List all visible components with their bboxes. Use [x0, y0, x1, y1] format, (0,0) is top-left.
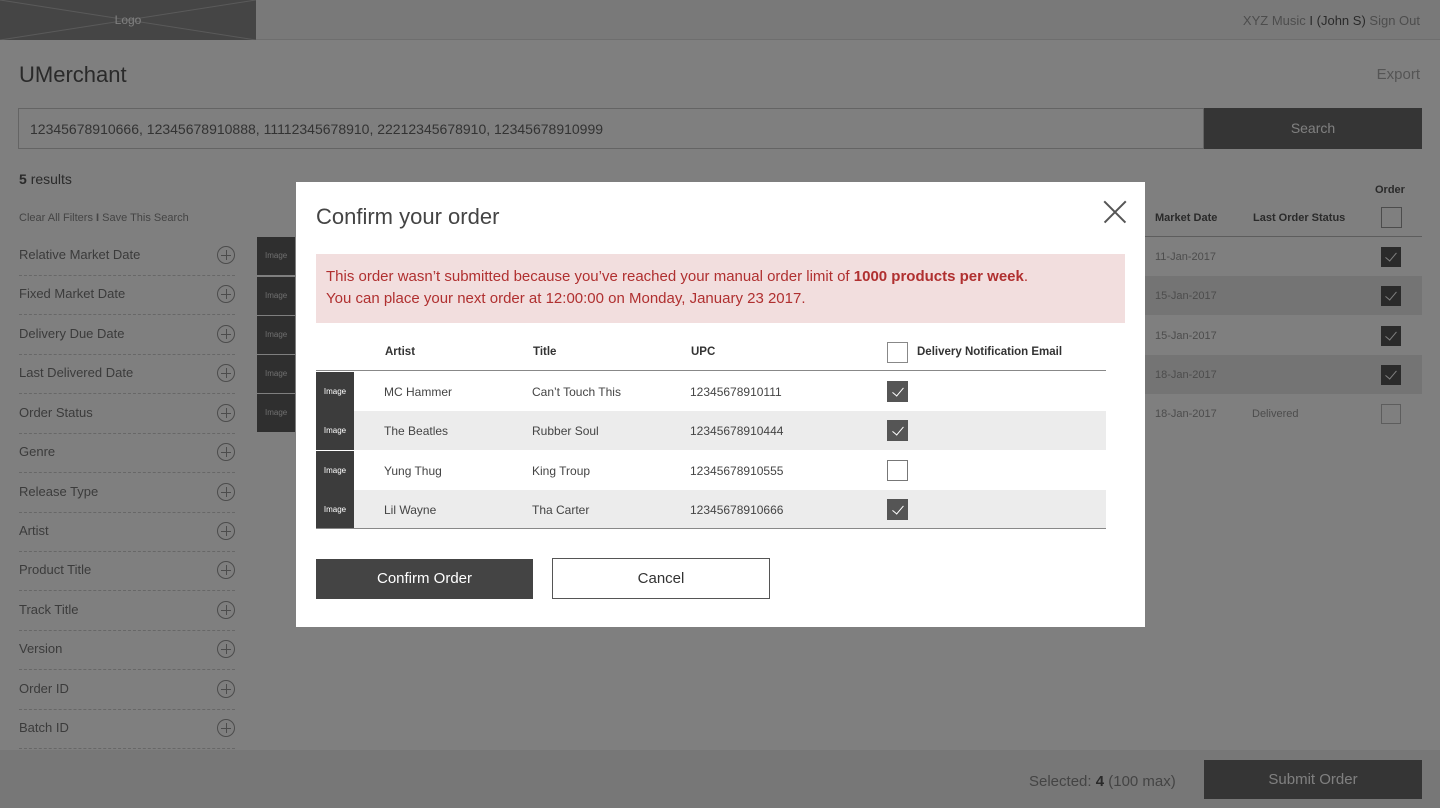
table-bottom-divider: [316, 528, 1106, 529]
order-limit-alert: This order wasn’t submitted because you’…: [316, 254, 1125, 323]
upc-cell: 12345678910111: [690, 385, 782, 399]
table-row: Image Lil Wayne Tha Carter 1234567891066…: [316, 490, 1106, 529]
email-checkbox[interactable]: [887, 460, 908, 481]
email-checkbox[interactable]: [887, 381, 908, 402]
upc-cell: 12345678910666: [690, 503, 784, 517]
column-header-upc: UPC: [691, 346, 716, 358]
alert-period: .: [1023, 268, 1029, 285]
table-row: Image The Beatles Rubber Soul 1234567891…: [316, 411, 1106, 450]
email-checkbox[interactable]: [887, 499, 908, 520]
upc-cell: 12345678910444: [690, 424, 784, 438]
product-image: Image: [316, 451, 354, 490]
table-header-divider: [316, 370, 1106, 371]
confirm-order-dialog: Confirm your order This order wasn’t sub…: [296, 182, 1145, 627]
confirm-order-button[interactable]: Confirm Order: [316, 559, 533, 599]
email-checkbox[interactable]: [887, 420, 908, 441]
cancel-button[interactable]: Cancel: [552, 558, 770, 599]
column-header-title: Title: [533, 346, 557, 358]
alert-limit: 1000 products per week: [853, 268, 1024, 285]
select-all-email-checkbox[interactable]: [887, 342, 908, 363]
artist-cell: Lil Wayne: [384, 503, 437, 517]
dialog-title: Confirm your order: [316, 204, 500, 229]
product-image: Image: [316, 372, 354, 411]
alert-line-1: This order wasn’t submitted because you’…: [326, 266, 1115, 288]
artist-cell: Yung Thug: [384, 464, 442, 478]
upc-cell: 12345678910555: [690, 464, 784, 478]
product-image: Image: [316, 411, 354, 450]
close-icon[interactable]: [1103, 200, 1127, 224]
product-image: Image: [316, 490, 354, 529]
artist-cell: The Beatles: [384, 424, 449, 438]
artist-cell: MC Hammer: [384, 385, 452, 399]
title-cell: King Troup: [532, 464, 591, 478]
title-cell: Rubber Soul: [532, 424, 599, 438]
title-cell: Tha Carter: [532, 503, 590, 517]
table-row: Image MC Hammer Can’t Touch This 1234567…: [316, 372, 1106, 411]
column-header-delivery-email: Delivery Notification Email: [917, 346, 1063, 358]
table-row: Image Yung Thug King Troup 1234567891055…: [316, 451, 1106, 490]
alert-text: This order wasn’t submitted because you’…: [326, 268, 854, 285]
alert-line-2: You can place your next order at 12:00:0…: [326, 290, 806, 307]
title-cell: Can’t Touch This: [532, 385, 621, 399]
column-header-artist: Artist: [385, 346, 416, 358]
